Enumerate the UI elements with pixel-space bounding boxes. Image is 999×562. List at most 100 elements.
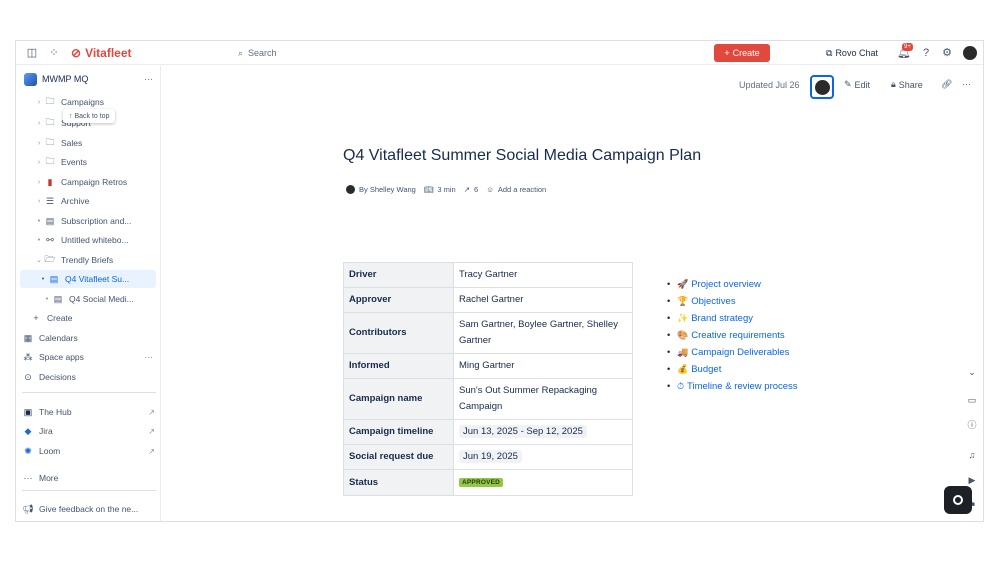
bullet-icon: • bbox=[45, 295, 49, 303]
edit-button[interactable]: ✎ Edit bbox=[844, 79, 870, 90]
user-avatar[interactable] bbox=[963, 46, 977, 60]
feedback-button[interactable]: 📢︎ Give feedback on the ne... bbox=[16, 500, 161, 518]
table-key: Campaign timeline bbox=[343, 419, 454, 445]
toc-item[interactable]: 🚚Campaign Deliverables bbox=[667, 345, 827, 360]
sidebar-item-space-apps[interactable]: ⁂ Space apps ··· bbox=[16, 348, 161, 366]
table-row: Approver Rachel Gartner bbox=[343, 287, 633, 313]
avatar bbox=[814, 79, 830, 95]
money-bag-icon: 💰 bbox=[677, 364, 689, 374]
table-key: Informed bbox=[343, 353, 454, 379]
bullet-icon: • bbox=[37, 217, 41, 225]
sidebar-create-button[interactable]: + Create bbox=[16, 309, 161, 327]
toc-item[interactable]: 💰Budget bbox=[667, 362, 827, 377]
add-reaction-button[interactable]: Add a reaction bbox=[498, 185, 546, 194]
toc-item[interactable]: ✨Brand strategy bbox=[667, 311, 827, 326]
sidebar-link-label: The Hub bbox=[39, 407, 72, 417]
table-key: Contributors bbox=[343, 312, 454, 354]
whiteboard-icon: ⚯ bbox=[46, 234, 54, 245]
sidebar-item-campaign-retros[interactable]: › ▮ Campaign Retros bbox=[16, 173, 161, 191]
sidebar-item-trendly-briefs[interactable]: ⌄ 🗁 Trendly Briefs bbox=[16, 251, 161, 269]
more-icon[interactable]: ··· bbox=[144, 74, 153, 84]
sidebar-item-label: Space apps bbox=[39, 352, 84, 362]
more-icon[interactable]: ··· bbox=[145, 352, 154, 362]
page-content: Updated Jul 26 ✎ Edit 🔒︎ Share 🔗︎ ··· Q4… bbox=[162, 66, 983, 521]
sidebar-item-events[interactable]: › 🗀 Events bbox=[16, 153, 161, 171]
sidebar-item-q4-vitafleet[interactable]: • ▤ Q4 Vitafleet Su... bbox=[20, 270, 156, 288]
view-count[interactable]: 6 bbox=[474, 185, 478, 194]
apps-icon: ⁂ bbox=[23, 351, 33, 362]
app-switcher-icon[interactable]: ⁘ bbox=[46, 45, 62, 61]
toc-link[interactable]: Brand strategy bbox=[691, 313, 753, 324]
table-of-contents: 🚀Project overview 🏆Objectives ✨Brand str… bbox=[667, 277, 827, 396]
external-link-icon: ↗ bbox=[148, 446, 155, 456]
table-key: Social request due bbox=[343, 444, 454, 470]
sidebar-link-the-hub[interactable]: ▣ The Hub ↗ bbox=[16, 403, 161, 421]
settings-icon[interactable]: ⚙ bbox=[939, 45, 955, 61]
headphones-icon[interactable]: ♫ bbox=[965, 448, 979, 462]
sidebar-item-decisions[interactable]: ⊙ Decisions bbox=[16, 368, 161, 386]
ellipsis-icon: ··· bbox=[962, 79, 971, 89]
toc-link[interactable]: Creative requirements bbox=[691, 330, 784, 341]
author-name[interactable]: By Shelley Wang bbox=[359, 185, 416, 194]
create-button[interactable]: + Create bbox=[714, 44, 770, 62]
table-value[interactable]: Rachel Gartner bbox=[453, 287, 633, 313]
top-navigation-bar: ◫ ⁘ ⊘ Vitafleet ⌕ Search + Create ⧉ Rovo… bbox=[16, 41, 983, 65]
feedback-label: Give feedback on the ne... bbox=[39, 504, 139, 514]
sidebar-toggle-icon[interactable]: ◫ bbox=[24, 45, 40, 61]
toc-link[interactable]: Objectives bbox=[691, 296, 735, 307]
read-time: 3 min bbox=[437, 185, 456, 194]
sidebar-item-whiteboard[interactable]: • ⚯ Untitled whitebo... bbox=[16, 231, 161, 249]
info-icon[interactable]: ⓘ bbox=[965, 418, 979, 432]
search-input[interactable]: ⌕ Search bbox=[238, 46, 277, 60]
toc-link[interactable]: Budget bbox=[691, 364, 721, 375]
sidebar-item-campaigns[interactable]: › 🗀 Campaigns bbox=[16, 97, 161, 107]
copy-link-button[interactable]: 🔗︎ bbox=[941, 79, 952, 90]
space-header[interactable]: MWMP MQ ··· bbox=[16, 66, 161, 92]
analytics-icon: ↗ bbox=[463, 185, 471, 194]
sidebar-link-jira[interactable]: ◆ Jira ↗ bbox=[16, 422, 161, 440]
toc-link[interactable]: Campaign Deliverables bbox=[691, 347, 789, 358]
table-value[interactable]: Ming Gartner bbox=[453, 353, 633, 379]
sidebar-item-archive[interactable]: › ☰ Archive bbox=[16, 192, 161, 210]
date-chip[interactable]: Jun 13, 2025 - Sep 12, 2025 bbox=[459, 425, 587, 438]
toc-link[interactable]: Timeline & review process bbox=[687, 381, 798, 392]
comment-icon[interactable]: ▭ bbox=[965, 393, 979, 407]
date-chip[interactable]: Jun 19, 2025 bbox=[459, 450, 522, 463]
help-icon[interactable]: ? bbox=[918, 45, 934, 61]
space-name: MWMP MQ bbox=[42, 74, 89, 84]
sidebar-item-calendars[interactable]: ▦ Calendars bbox=[16, 329, 161, 347]
status-badge: APPROVED bbox=[459, 478, 504, 487]
link-icon: 🔗︎ bbox=[941, 79, 953, 89]
table-value[interactable]: Tracy Gartner bbox=[453, 262, 633, 288]
sparkles-icon: ✨ bbox=[677, 313, 689, 323]
rovo-chat-button[interactable]: ⧉ Rovo Chat bbox=[826, 45, 878, 61]
sidebar-item-q4-social-media[interactable]: • ▤ Q4 Social Medi... bbox=[16, 290, 161, 308]
rovo-assistant-button[interactable] bbox=[944, 486, 972, 514]
table-row: Status APPROVED bbox=[343, 469, 633, 496]
video-icon[interactable]: ▶ bbox=[965, 473, 979, 487]
emoji-icon: ☺ bbox=[486, 185, 494, 194]
toc-item[interactable]: ⏱Timeline & review process bbox=[667, 379, 827, 394]
page-icon: ▤ bbox=[49, 273, 59, 284]
toc-link[interactable]: Project overview bbox=[691, 279, 761, 290]
chevron-right-icon: › bbox=[37, 158, 41, 166]
toc-item[interactable]: 🚀Project overview bbox=[667, 277, 827, 292]
jira-icon: ◆ bbox=[24, 425, 32, 436]
edit-icon: ✎ bbox=[844, 79, 852, 89]
sidebar-more-button[interactable]: ··· More bbox=[16, 469, 161, 487]
page-owner-avatar[interactable] bbox=[810, 75, 834, 99]
sidebar-item-subscription[interactable]: • ▤ Subscription and... bbox=[16, 212, 161, 230]
toc-item[interactable]: 🎨Creative requirements bbox=[667, 328, 827, 343]
sidebar-item-sales[interactable]: › 🗀 Sales bbox=[16, 134, 161, 152]
sidebar-link-loom[interactable]: ✺ Loom ↗ bbox=[16, 442, 161, 460]
back-to-top-button[interactable]: ↑ Back to top bbox=[63, 109, 116, 123]
page-byline: By Shelley Wang 📖︎ 3 min ↗ 6 ☺ Add a rea… bbox=[346, 185, 546, 194]
campaign-info-table: Driver Tracy Gartner Approver Rachel Gartn… bbox=[343, 262, 633, 496]
table-row: Contributors Sam Gartner, Boylee Gartner,… bbox=[343, 312, 633, 354]
chevron-down-icon[interactable]: ⌄ bbox=[965, 365, 979, 379]
toc-item[interactable]: 🏆Objectives bbox=[667, 294, 827, 309]
share-button[interactable]: 🔒︎ Share bbox=[891, 79, 923, 90]
table-value[interactable]: Sam Gartner, Boylee Gartner, Shelley Gar… bbox=[453, 312, 633, 354]
more-actions-button[interactable]: ··· bbox=[962, 79, 971, 89]
brand-logo[interactable]: ⊘ Vitafleet bbox=[71, 44, 132, 62]
